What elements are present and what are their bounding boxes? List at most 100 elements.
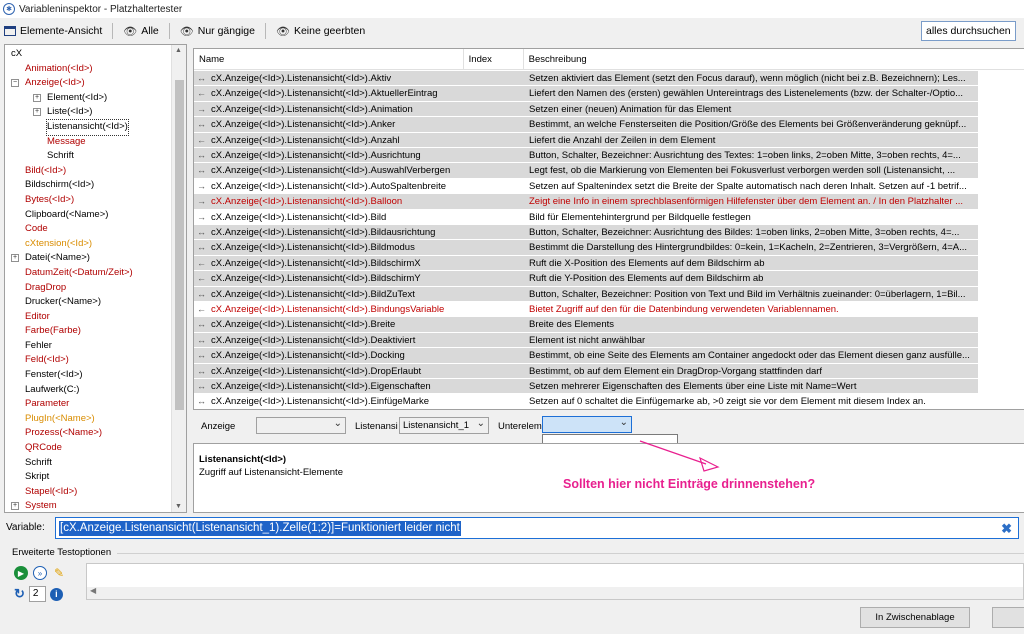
run-step-icon[interactable]: »	[33, 566, 47, 580]
column-header-index[interactable]: Index	[464, 49, 524, 70]
tree-item[interactable]: Drucker(<Name>)	[7, 295, 173, 310]
tree-item[interactable]: + Element(<Id>)	[7, 91, 173, 106]
table-row[interactable]: ↔ cX.Anzeige(<Id>).Listenansicht(<Id>).Ei…	[194, 394, 978, 409]
table-row[interactable]: ↔ cX.Anzeige(<Id>).Listenansicht(<Id>).Ei…	[194, 379, 978, 395]
tree-item[interactable]: DatumZeit(<Datum/Zeit>)	[7, 266, 173, 281]
view-toggle-button[interactable]: Elemente-Ansicht	[0, 21, 106, 41]
table-row[interactable]: → cX.Anzeige(<Id>).Listenansicht(<Id>).An…	[194, 101, 978, 118]
tree-item[interactable]: Bildschirm(<Id>)	[7, 178, 173, 193]
anzeige-select[interactable]: ⌄	[256, 417, 346, 434]
variable-input[interactable]: [cX.Anzeige.Listenansicht(Listenansicht_…	[55, 517, 1019, 539]
table-row[interactable]: ↔ cX.Anzeige(<Id>).Listenansicht(<Id>).Ak…	[194, 71, 978, 87]
tree-item[interactable]: Laufwerk(C:)	[7, 383, 173, 398]
output-area[interactable]: ◀	[86, 563, 1024, 600]
tree-item[interactable]: Editor	[7, 310, 173, 325]
tree-item[interactable]: Parameter	[7, 397, 173, 412]
tree-item[interactable]: + Liste(<Id>)	[7, 105, 173, 120]
table-row[interactable]: ↔ cX.Anzeige(<Id>).Listenansicht(<Id>).Au…	[194, 148, 978, 164]
cell-description: Liefert den Namen des (ersten) gewählen …	[529, 88, 964, 100]
close-icon[interactable]: ✖	[1001, 521, 1012, 537]
tree-item[interactable]: Code	[7, 222, 173, 237]
filter-all-button[interactable]: 👁 Alle	[119, 21, 162, 41]
tree-item[interactable]: + Datei(<Name>)	[7, 251, 173, 266]
listenansicht-select[interactable]: Listenansicht_1 ⌄	[399, 417, 489, 434]
element-tree[interactable]: cX Animation(<Id>) − Anzeige(<Id>) + Element(…	[4, 44, 187, 513]
tree-item[interactable]: QRCode	[7, 441, 173, 456]
filter-no-inherited-button[interactable]: 👁 Keine geerbten	[272, 21, 369, 41]
column-header-name[interactable]: Name	[194, 49, 464, 70]
tree-item[interactable]: − Anzeige(<Id>)	[7, 76, 173, 91]
table-row[interactable]: ↔ cX.Anzeige(<Id>).Listenansicht(<Id>).Bi…	[194, 225, 978, 241]
cell-index	[464, 71, 524, 85]
table-row[interactable]: ↔ cX.Anzeige(<Id>).Listenansicht(<Id>).An…	[194, 117, 978, 133]
tree-item-label: Liste(<Id>)	[47, 106, 93, 118]
output-scrollbar[interactable]: ◀	[87, 586, 1023, 599]
table-row[interactable]: ↔ cX.Anzeige(<Id>).Listenansicht(<Id>).Dr…	[194, 363, 978, 379]
repeat-count-input[interactable]: 2	[28, 586, 46, 602]
search-all-button[interactable]: alles durchsuchen	[921, 21, 1016, 41]
copy-to-clipboard-button[interactable]: In Zwischenablage	[860, 607, 970, 628]
direction-arrow-icon: ↔	[197, 227, 206, 237]
tree-item[interactable]: Farbe(Farbe)	[7, 324, 173, 339]
cell-name-text: cX.Anzeige(<Id>).Listenansicht(<Id>).Bil…	[211, 242, 415, 254]
info-icon[interactable]: i	[49, 587, 63, 601]
tree-item[interactable]: Stapel(<Id>)	[7, 485, 173, 500]
cell-name-text: cX.Anzeige(<Id>).Listenansicht(<Id>).Bil…	[211, 288, 415, 300]
tree-item[interactable]: Message	[7, 135, 173, 150]
table-row[interactable]: → cX.Anzeige(<Id>).Listenansicht(<Id>).Ba…	[194, 194, 978, 210]
unterelement-select[interactable]: ⌄	[542, 416, 632, 433]
repeat-icon[interactable]: ↻	[14, 586, 25, 602]
table-row[interactable]: → cX.Anzeige(<Id>).Listenansicht(<Id>).Au…	[194, 178, 978, 195]
tree-item[interactable]: Skript	[7, 470, 173, 485]
tree-item[interactable]: Schrift	[7, 149, 173, 164]
table-row[interactable]: ← cX.Anzeige(<Id>).Listenansicht(<Id>).Bi…	[194, 255, 978, 272]
tree-item[interactable]: Listenansicht(<Id>)	[7, 118, 173, 136]
table-row[interactable]: ↔ cX.Anzeige(<Id>).Listenansicht(<Id>).De…	[194, 332, 978, 349]
table-row[interactable]: ← cX.Anzeige(<Id>).Listenansicht(<Id>).Bi…	[194, 302, 978, 318]
tree-item[interactable]: Fenster(<Id>)	[7, 368, 173, 383]
table-row[interactable]: ↔ cX.Anzeige(<Id>).Listenansicht(<Id>).Do…	[194, 348, 978, 364]
tree-item[interactable]: Fehler	[7, 339, 173, 354]
table-row[interactable]: ← cX.Anzeige(<Id>).Listenansicht(<Id>).An…	[194, 132, 978, 148]
table-row[interactable]: ← cX.Anzeige(<Id>).Listenansicht(<Id>).Bi…	[194, 271, 978, 287]
expand-icon[interactable]: +	[11, 502, 19, 511]
column-header-description[interactable]: Beschreibung	[524, 49, 1024, 70]
table-row[interactable]: ← cX.Anzeige(<Id>).Listenansicht(<Id>).Ak…	[194, 86, 978, 102]
cell-name: ← cX.Anzeige(<Id>).Listenansicht(<Id>).Bi…	[194, 271, 464, 285]
tree-item[interactable]: cX	[7, 47, 173, 62]
tree-item[interactable]: PlugIn(<Name>)	[7, 412, 173, 427]
tree-item[interactable]: Schrift	[7, 456, 173, 471]
scroll-up-icon[interactable]: ▲	[175, 47, 182, 54]
table-row[interactable]: ↔ cX.Anzeige(<Id>).Listenansicht(<Id>).Au…	[194, 163, 978, 179]
scroll-down-icon[interactable]: ▼	[175, 503, 182, 510]
table-row[interactable]: ↔ cX.Anzeige(<Id>).Listenansicht(<Id>).Br…	[194, 317, 978, 333]
cell-index	[464, 394, 524, 408]
tree-item-label: Fenster(<Id>)	[25, 369, 83, 381]
play-icon[interactable]: ▶	[14, 566, 28, 580]
tree-item[interactable]: Animation(<Id>)	[7, 62, 173, 77]
tree-item[interactable]: + System	[7, 499, 173, 512]
secondary-button[interactable]	[992, 607, 1024, 628]
scroll-left-icon[interactable]: ◀	[90, 586, 96, 595]
tree-scrollbar[interactable]: ▲ ▼	[171, 45, 186, 512]
filter-common-button[interactable]: 👁 Nur gängige	[176, 21, 259, 41]
expand-icon[interactable]: +	[11, 254, 19, 263]
tree-item[interactable]: Prozess(<Name>)	[7, 426, 173, 441]
tree-item[interactable]: cXtension(<Id>)	[7, 237, 173, 252]
edit-icon[interactable]: ✎	[52, 566, 66, 580]
scroll-thumb[interactable]	[175, 80, 184, 410]
expand-icon[interactable]: +	[33, 93, 41, 102]
tree-item[interactable]: Clipboard(<Name>)	[7, 208, 173, 223]
tree-item[interactable]: DragDrop	[7, 281, 173, 296]
variable-value[interactable]: [cX.Anzeige.Listenansicht(Listenansicht_…	[59, 521, 461, 536]
tree-item[interactable]: Bild(<Id>)	[7, 164, 173, 179]
expand-icon[interactable]: +	[33, 108, 41, 117]
tree-item[interactable]: Feld(<Id>)	[7, 353, 173, 368]
cell-name: → cX.Anzeige(<Id>).Listenansicht(<Id>).Bi…	[194, 210, 464, 224]
collapse-icon[interactable]: −	[11, 79, 19, 88]
table-row[interactable]: ↔ cX.Anzeige(<Id>).Listenansicht(<Id>).Bi…	[194, 286, 978, 302]
tree-item[interactable]: Bytes(<Id>)	[7, 193, 173, 208]
chevron-down-icon: ⌄	[619, 417, 628, 428]
table-row[interactable]: → cX.Anzeige(<Id>).Listenansicht(<Id>).Bi…	[194, 209, 978, 225]
table-row[interactable]: ↔ cX.Anzeige(<Id>).Listenansicht(<Id>).Bi…	[194, 240, 978, 256]
